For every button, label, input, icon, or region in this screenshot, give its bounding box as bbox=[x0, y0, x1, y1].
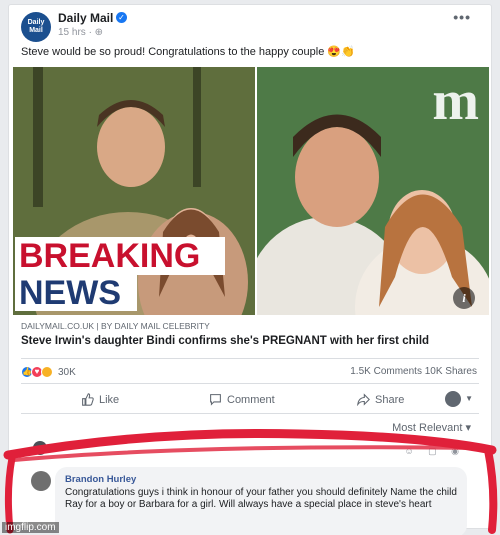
engagement-counts: 1.5K Comments 10K Shares bbox=[350, 366, 477, 377]
divider bbox=[21, 413, 479, 414]
comment-icon bbox=[210, 394, 221, 406]
reactions-summary[interactable]: 👍 ♥ 30K bbox=[21, 366, 76, 378]
commenter-avatar[interactable] bbox=[31, 471, 51, 491]
reaction-avatar-icon[interactable] bbox=[445, 391, 461, 407]
page-name-link[interactable]: Daily Mail bbox=[58, 11, 113, 25]
photo-right[interactable]: m i bbox=[257, 67, 489, 315]
share-arrow-icon bbox=[357, 393, 370, 406]
thumbs-up-icon bbox=[82, 393, 94, 406]
info-icon[interactable]: i bbox=[453, 287, 475, 309]
news-banner: NEWS bbox=[15, 275, 137, 311]
chevron-down-icon[interactable]: ▼ bbox=[465, 394, 473, 403]
reaction-count: 30K bbox=[58, 366, 76, 378]
post-caption: Steve would be so proud! Congratulations… bbox=[21, 45, 355, 58]
daily-mail-logo-icon: m bbox=[432, 70, 479, 132]
avatar-text-line1: Daily bbox=[27, 19, 45, 26]
shares-count-link[interactable]: 10K Shares bbox=[425, 366, 477, 377]
caption-text: Steve would be so proud! Congratulations… bbox=[21, 46, 325, 58]
verified-badge-icon: ✓ bbox=[116, 12, 127, 23]
page-avatar[interactable]: Daily Mail bbox=[21, 12, 51, 42]
avatar-text-line2: Mail bbox=[29, 27, 43, 34]
comments-count-link[interactable]: 1.5K Comments bbox=[350, 366, 422, 377]
breaking-banner: BREAKING bbox=[15, 237, 225, 275]
post-timestamp[interactable]: 15 hrs · ⊕ bbox=[58, 27, 103, 38]
comment-bubble: Brandon Hurley Congratulations guys i th… bbox=[55, 467, 467, 535]
divider bbox=[21, 358, 479, 359]
more-options-icon[interactable]: ••• bbox=[453, 9, 471, 25]
imgflip-watermark: imgflip.com bbox=[2, 522, 59, 533]
comment-sort-dropdown[interactable]: Most Relevant ▾ bbox=[392, 421, 471, 434]
comment-button[interactable]: Comment bbox=[209, 393, 275, 406]
current-user-avatar bbox=[33, 441, 47, 455]
facebook-post: Daily Mail Daily Mail ✓ 15 hrs · ⊕ ••• S… bbox=[8, 4, 492, 535]
like-label: Like bbox=[99, 393, 120, 406]
comment-input-tool-icons[interactable]: ☺ ▢ ◉ bbox=[404, 446, 465, 457]
divider bbox=[21, 383, 479, 384]
wow-reaction-icon bbox=[41, 366, 53, 378]
caption-emoji: 😍👏 bbox=[327, 46, 355, 58]
link-source[interactable]: DAILYMAIL.CO.UK | BY DAILY MAIL CELEBRIT… bbox=[21, 321, 210, 331]
share-button[interactable]: Share bbox=[357, 393, 404, 406]
like-button[interactable]: Like bbox=[81, 393, 119, 406]
comment-label: Comment bbox=[227, 393, 275, 406]
comment-text: Congratulations guys i think in honour o… bbox=[65, 487, 457, 510]
share-label: Share bbox=[375, 393, 405, 406]
commenter-name[interactable]: Brandon Hurley bbox=[65, 474, 457, 485]
link-headline[interactable]: Steve Irwin's daughter Bindi confirms sh… bbox=[21, 335, 429, 347]
